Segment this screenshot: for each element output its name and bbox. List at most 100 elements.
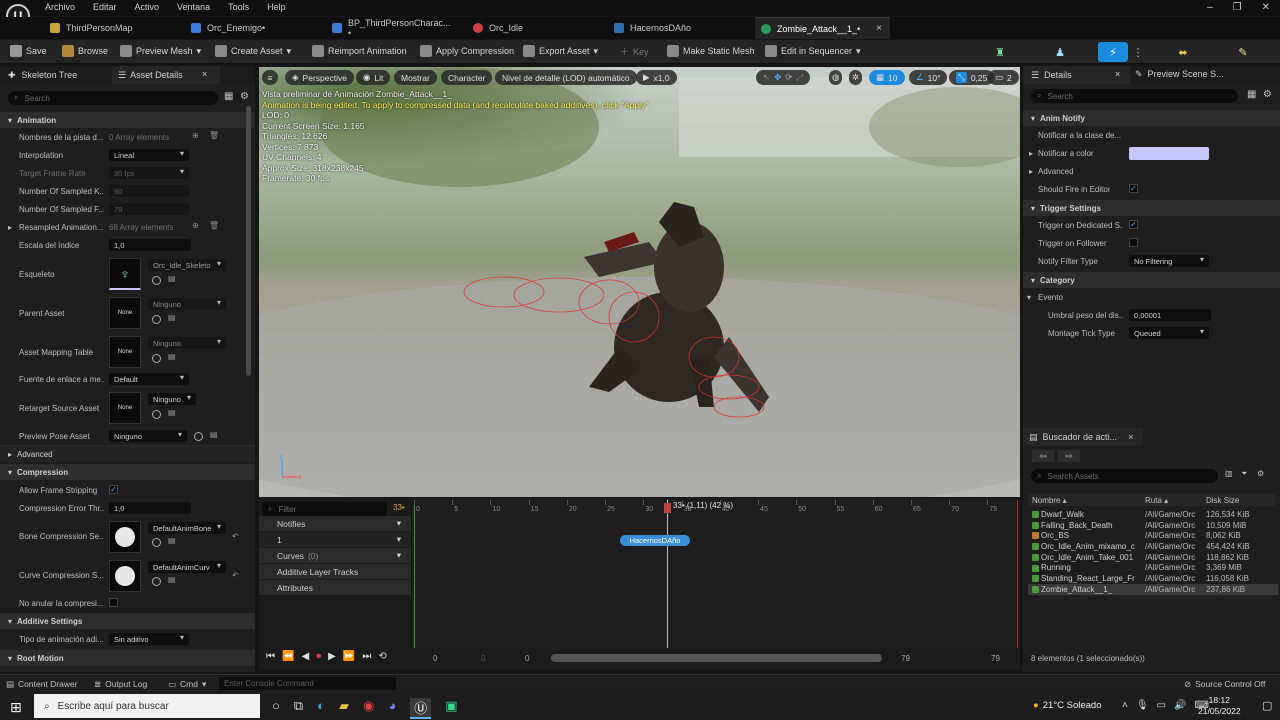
curves-track[interactable]: Curves (0) ▾ <box>259 548 411 563</box>
record-icon[interactable]: ⏺ <box>316 651 321 662</box>
menu-editar[interactable]: Editar <box>93 2 117 12</box>
asset-row[interactable]: Dwarf_Walk/All/Game/Orc 126,534 KiB <box>1028 509 1278 520</box>
no-override-checkbox[interactable] <box>109 598 118 607</box>
key-button[interactable]: ＋ Key <box>620 45 649 58</box>
timeline-track-area[interactable]: 0 5 10 15 20 25 30 35 40 45 50 55 60 65 70 75 33• (1,11… <box>414 500 1018 650</box>
preview-mesh-button[interactable]: Preview Mesh ▾ <box>120 45 201 57</box>
console-input[interactable]: Enter Console Command <box>219 677 396 690</box>
edit-in-sequencer-button[interactable]: Edit in Sequencer ▾ <box>765 45 861 57</box>
grid-snap-button[interactable]: ▦ 10 <box>869 70 905 85</box>
settings-icon[interactable]: ⚙ <box>1263 89 1272 100</box>
skeleton-select[interactable]: Orc_Idle_Skeleto <box>148 259 226 271</box>
tab-zombie-attack[interactable]: Zombie_Attack__1_• × <box>755 17 890 39</box>
close-window-icon[interactable]: ✕ <box>1262 2 1270 13</box>
asset-browser-tab[interactable]: ▤ Buscador de acti... × <box>1023 428 1143 446</box>
reset-arrow-icon[interactable]: ↶ <box>232 571 239 580</box>
category-trigger-settings[interactable]: ▾ Trigger Settings <box>1023 200 1280 216</box>
scale-icon[interactable]: ⤢ <box>796 72 803 83</box>
mapping-table-select[interactable]: Ninguno <box>148 337 226 349</box>
additive-layer-track[interactable]: Additive Layer Tracks <box>259 564 411 579</box>
expand-arrow-icon[interactable]: ▸ <box>8 223 12 232</box>
loop-icon[interactable]: ⟲ <box>378 651 386 662</box>
apply-compression-button[interactable]: Apply Compression <box>420 45 514 57</box>
unreal-engine-icon[interactable]: Ⓤ <box>410 698 432 719</box>
skeleton-mode-button[interactable]: ♜ <box>985 42 1015 62</box>
track-filter-input[interactable]: ⌕ Filter <box>262 502 387 516</box>
retarget-source-thumbnail[interactable]: None <box>109 392 141 424</box>
range-start[interactable]: 0 <box>433 654 437 663</box>
category-root-motion[interactable]: ▾ Root Motion <box>0 650 255 666</box>
skeleton-thumbnail[interactable]: ♆ <box>109 258 141 290</box>
parent-asset-thumbnail[interactable]: None <box>109 297 141 329</box>
column-size[interactable]: Disk Size <box>1206 496 1239 505</box>
tab-orc-idle[interactable]: Orc_Idle <box>467 17 597 39</box>
tab-thirdpersonmap[interactable]: ThirdPersonMap <box>44 17 174 39</box>
use-selected-icon[interactable] <box>152 354 161 363</box>
filter-type-select[interactable]: No Filtering <box>1129 255 1209 267</box>
move-icon[interactable]: ✥ <box>774 72 781 83</box>
weight-threshold-input[interactable]: 0,00001 <box>1129 309 1211 321</box>
save-search-icon[interactable]: ▥ <box>1225 469 1233 478</box>
save-button[interactable]: Save <box>10 45 47 57</box>
use-selected-icon[interactable] <box>152 538 161 547</box>
chrome-icon[interactable]: ◉ <box>363 698 374 719</box>
filter-icon[interactable]: ⏷ <box>1241 469 1247 479</box>
playback-speed-button[interactable]: ▶ x1,0 <box>636 70 677 85</box>
menu-tools[interactable]: Tools <box>228 2 249 12</box>
file-explorer-icon[interactable]: ▰ <box>339 698 349 719</box>
bone-compression-thumbnail[interactable] <box>109 521 141 553</box>
add-element-icon[interactable]: ⊕ <box>192 131 199 140</box>
more-options-button[interactable]: ⋮ <box>1132 42 1144 62</box>
tray-chevron-icon[interactable]: ˄ <box>1122 700 1128 711</box>
range-end[interactable]: 79 <box>991 654 1000 663</box>
notifications-icon[interactable]: ▢ <box>1262 699 1272 712</box>
blueprint-mode-button[interactable]: ⬌ <box>1168 42 1198 62</box>
chevron-down-icon[interactable]: ▾ <box>397 518 401 529</box>
microphone-icon[interactable]: 🎙 <box>1136 700 1149 711</box>
weather-widget[interactable]: ● 21°C Soleado <box>1033 700 1101 711</box>
cmd-dropdown[interactable]: ▭ Cmd ▾ <box>168 679 206 690</box>
use-selected-icon[interactable] <box>152 577 161 586</box>
trigger-follower-checkbox[interactable] <box>1129 238 1138 247</box>
play-icon[interactable]: ▶ <box>328 651 336 662</box>
cortana-icon[interactable]: ○ <box>272 698 280 719</box>
settings-icon[interactable]: ⚙ <box>1257 469 1264 478</box>
browse-asset-icon[interactable]: ▤ <box>168 575 176 584</box>
app-icon[interactable]: ▣ <box>445 698 457 719</box>
rotate-icon[interactable]: ⟳ <box>785 72 792 83</box>
settings-icon[interactable]: ⚙ <box>240 91 249 102</box>
category-compression[interactable]: ▾ Compression <box>0 464 255 480</box>
asset-row[interactable]: Orc_Idle_Anim_Take_001/All/Game/Orc 118,8… <box>1028 552 1278 563</box>
column-path[interactable]: Ruta ▴ <box>1145 496 1168 505</box>
history-back-icon[interactable]: ⇦ <box>1032 450 1054 462</box>
browse-asset-icon[interactable]: ▤ <box>168 274 176 283</box>
category-advanced[interactable]: ▸ Advanced <box>0 446 255 462</box>
expand-arrow-icon[interactable]: ▸ <box>1029 149 1033 158</box>
trash-icon[interactable]: 🗑 <box>209 131 219 140</box>
fire-in-editor-checkbox[interactable]: ✓ <box>1129 184 1138 193</box>
trigger-dedicated-checkbox[interactable]: ✓ <box>1129 220 1138 229</box>
column-name[interactable]: Nombre ▴ <box>1032 496 1067 505</box>
frame-stripping-checkbox[interactable]: ✓ <box>109 485 118 494</box>
mapping-table-thumbnail[interactable]: None <box>109 336 141 368</box>
edge-icon[interactable]: ◐ <box>317 698 325 719</box>
notifies-track[interactable]: Notifies ▾ <box>259 516 411 531</box>
close-panel-icon[interactable]: × <box>1115 69 1120 79</box>
browse-asset-icon[interactable]: ▤ <box>168 352 176 361</box>
tab-bp-thirdperson[interactable]: BP_ThirdPersonCharac... • <box>326 17 456 39</box>
range-in[interactable]: 0 <box>481 654 485 663</box>
attributes-track[interactable]: Attributes <box>259 580 411 595</box>
browse-asset-icon[interactable]: ▤ <box>168 536 176 545</box>
output-log-button[interactable]: ≣ Output Log <box>94 679 147 690</box>
tab-skeleton-tree[interactable]: Skeleton Tree <box>22 70 78 80</box>
preview-pose-select[interactable]: Ninguno <box>109 430 187 442</box>
tick-type-select[interactable]: Queued <box>1129 327 1209 339</box>
curve-compression-select[interactable]: DefaultAnimCurv <box>148 561 226 573</box>
rotation-snap-button[interactable]: ∠ 10° <box>909 70 948 85</box>
category-category[interactable]: ▾ Category <box>1023 272 1280 288</box>
animation-mode-button[interactable]: ⚡ <box>1098 42 1128 62</box>
expand-arrow-icon[interactable]: ▸ <box>1029 167 1033 176</box>
asset-row[interactable]: Orc_BS/All/Game/Orc 8,062 KiB <box>1028 530 1278 541</box>
notify-color-swatch[interactable] <box>1129 147 1209 160</box>
browse-asset-icon[interactable]: ▤ <box>168 313 176 322</box>
